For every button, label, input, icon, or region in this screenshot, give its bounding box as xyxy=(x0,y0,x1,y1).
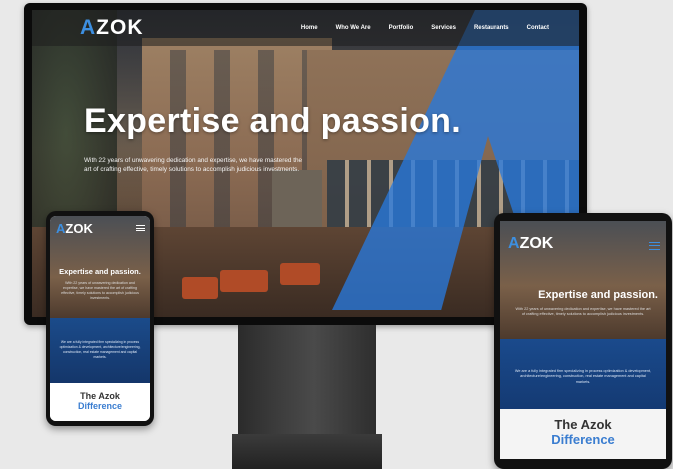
desktop-logo[interactable]: AZOK xyxy=(80,16,144,40)
phone-hero-text: With 22 years of unwavering dedication a… xyxy=(61,281,139,300)
tablet-difference-subheading: Difference xyxy=(551,432,615,447)
hero-text: With 22 years of unwavering dedication a… xyxy=(84,157,303,173)
phone-hero-title: Expertise and passion. xyxy=(59,267,141,276)
phone-intro-text: We are a fully integrated firm specializ… xyxy=(59,340,141,359)
logo-rest: ZOK xyxy=(519,235,554,252)
phone-logo[interactable]: AZOK xyxy=(56,221,93,236)
logo-a: A xyxy=(56,221,66,236)
logo-rest: ZOK xyxy=(96,16,144,39)
tablet-screen: AZOK Expertise and passion. With 22 year… xyxy=(500,221,666,459)
tablet-intro-text: We are a fully integrated firm specializ… xyxy=(514,369,652,384)
tablet-difference-heading: The Azok xyxy=(554,417,612,432)
tablet-hero: AZOK Expertise and passion. With 22 year… xyxy=(500,221,666,339)
nav-portfolio[interactable]: Portfolio xyxy=(389,25,414,31)
nav-services[interactable]: Services xyxy=(431,25,456,31)
hamburger-menu-icon[interactable] xyxy=(136,225,145,231)
nav-contact[interactable]: Contact xyxy=(527,25,549,31)
nav-restaurants[interactable]: Restaurants xyxy=(474,25,509,31)
phone-device: AZOK Expertise and passion. With 22 year… xyxy=(46,211,154,426)
tablet-difference-section: The Azok Difference xyxy=(500,409,666,459)
monitor-stand xyxy=(238,325,376,435)
phone-hero: AZOK Expertise and passion. With 22 year… xyxy=(50,216,150,318)
patio-chair xyxy=(220,270,268,292)
patio-chair xyxy=(182,277,218,299)
tablet-hero-text: With 22 years of unwavering dedication a… xyxy=(515,307,651,317)
tablet-device: AZOK Expertise and passion. With 22 year… xyxy=(494,213,672,469)
hamburger-menu-icon[interactable] xyxy=(649,242,660,250)
phone-intro-section: We are a fully integrated firm specializ… xyxy=(50,318,150,383)
tablet-logo[interactable]: AZOK xyxy=(508,235,553,253)
logo-rest: ZOK xyxy=(65,221,93,236)
logo-a: A xyxy=(80,16,97,39)
nav-home[interactable]: Home xyxy=(301,25,318,31)
nav-who-we-are[interactable]: Who We Are xyxy=(336,25,371,31)
tablet-hero-title: Expertise and passion. xyxy=(538,289,658,301)
nav-links: Home Who We Are Portfolio Services Resta… xyxy=(301,25,549,31)
patio-chair xyxy=(280,263,320,285)
monitor-base xyxy=(232,434,382,469)
logo-a: A xyxy=(508,235,520,252)
desktop-nav: AZOK Home Who We Are Portfolio Services … xyxy=(32,10,579,46)
phone-difference-heading: The Azok xyxy=(80,391,120,401)
phone-screen: AZOK Expertise and passion. With 22 year… xyxy=(50,216,150,421)
tablet-intro-section: We are a fully integrated firm specializ… xyxy=(500,339,666,409)
phone-difference-subheading: Difference xyxy=(77,401,122,411)
phone-difference-section: The Azok Difference xyxy=(50,383,150,421)
hero-title: Expertise and passion. xyxy=(84,102,461,140)
